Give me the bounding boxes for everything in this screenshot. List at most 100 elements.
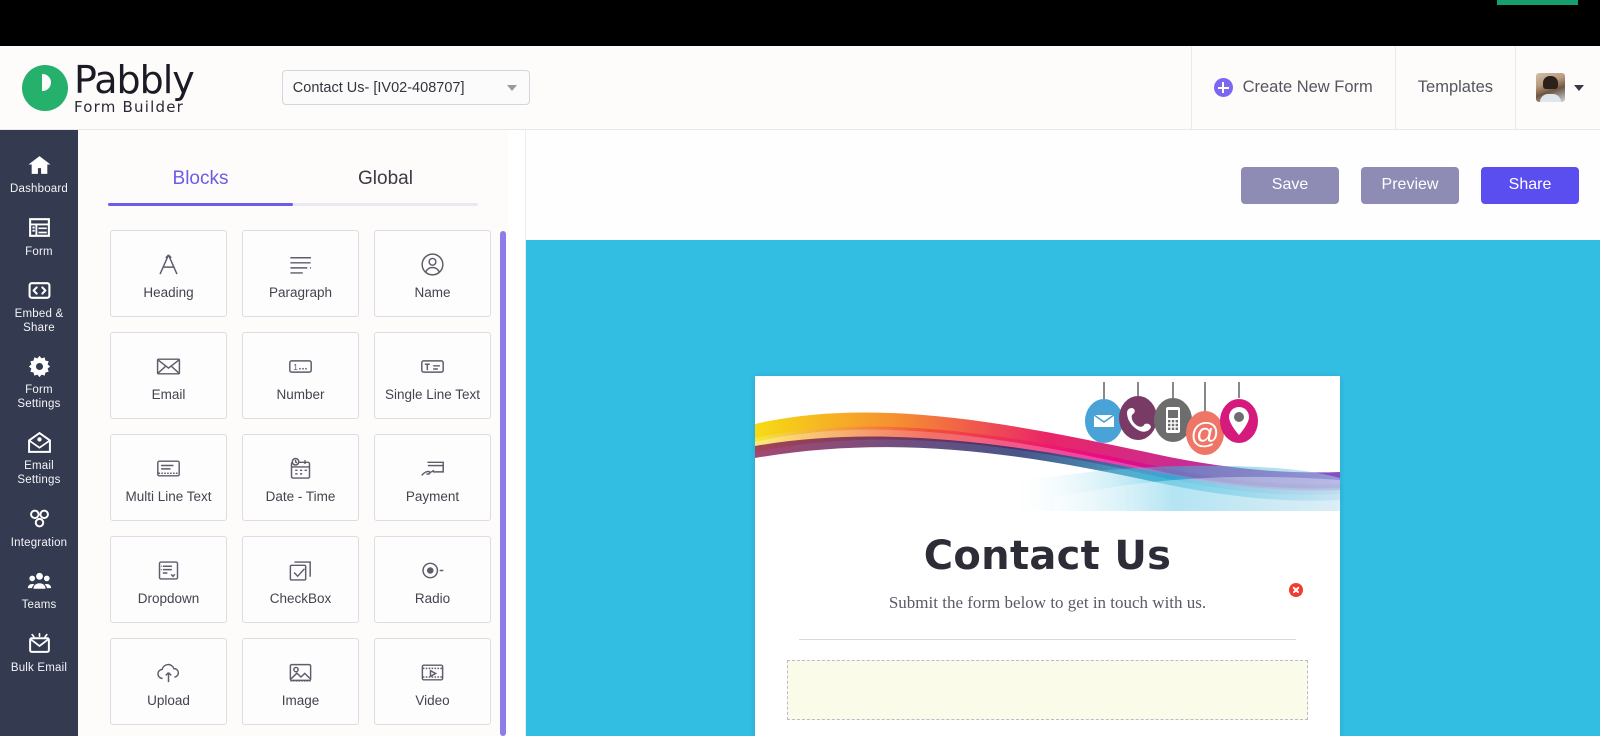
sidebar-label: Email Settings: [17, 460, 61, 486]
block-image[interactable]: Image: [242, 638, 359, 725]
block-label: Radio: [414, 591, 451, 606]
block-upload[interactable]: Upload: [110, 638, 227, 725]
panel-scrollbar[interactable]: [500, 231, 506, 736]
form-selector-dropdown[interactable]: Contact Us- [IV02-408707]: [281, 70, 530, 105]
plus-circle-icon: [1213, 78, 1233, 97]
sidebar-label: Dashboard: [9, 183, 69, 195]
block-label: Upload: [147, 693, 190, 708]
cloud-upload-icon: [155, 655, 182, 689]
templates-label: Templates: [1417, 78, 1493, 96]
multi-line-text-icon: [155, 451, 182, 485]
block-label: Single Line Text: [384, 387, 481, 402]
preview-button[interactable]: Preview: [1361, 166, 1459, 204]
table-icon: [26, 215, 52, 241]
block-single-line-text[interactable]: Single Line Text: [374, 332, 491, 419]
calendar-clock-icon: [287, 451, 314, 485]
form-canvas: Save Preview Share @ Contact Us Submit t…: [525, 130, 1600, 736]
checkbox-icon: [287, 553, 314, 587]
block-dropdown[interactable]: Dropdown: [110, 536, 227, 623]
canvas-toolbar: Save Preview Share: [526, 130, 1600, 240]
block-label: Heading: [143, 285, 194, 300]
envelope-open-icon: [26, 429, 52, 455]
form-subtitle: Submit the form below to get in touch wi…: [888, 593, 1207, 612]
block-label: Dropdown: [137, 591, 200, 606]
single-line-text-icon: [419, 349, 446, 383]
radio-button-icon: [419, 553, 446, 587]
sidebar-item-email-settings[interactable]: Email Settings: [0, 419, 78, 495]
tab-global[interactable]: Global: [293, 168, 478, 203]
tab-active-indicator: [108, 203, 293, 206]
delete-circle-icon[interactable]: [1289, 583, 1303, 597]
block-label: Email: [151, 387, 186, 402]
block-heading[interactable]: Heading: [110, 230, 227, 317]
block-label: CheckBox: [269, 591, 332, 606]
block-radio[interactable]: Radio: [374, 536, 491, 623]
block-label: Image: [281, 693, 320, 708]
svg-text:@: @: [1190, 418, 1219, 450]
integration-icon: [26, 506, 52, 532]
user-menu[interactable]: [1515, 45, 1600, 130]
block-label: Multi Line Text: [125, 489, 212, 504]
heading-a-icon: [155, 247, 182, 281]
form-title: Contact Us: [923, 533, 1172, 579]
block-label: Payment: [405, 489, 460, 504]
dropdown-list-icon: [155, 553, 182, 587]
avatar: [1536, 73, 1565, 102]
number-field-icon: 1: [287, 349, 314, 383]
home-icon: [26, 152, 52, 178]
sidebar-nav: Dashboard Form Embed & Share Form Settin…: [0, 130, 78, 736]
tab-underline: [108, 203, 478, 206]
form-banner-image: @: [755, 376, 1340, 511]
credit-card-hand-icon: [419, 451, 446, 485]
block-label: Date - Time: [265, 489, 336, 504]
block-label: Video: [415, 693, 450, 708]
block-label: Name: [414, 285, 451, 300]
chevron-down-icon: [1574, 84, 1584, 91]
sidebar-label: Bulk Email: [10, 661, 68, 674]
block-email[interactable]: Email: [110, 332, 227, 419]
code-icon: [26, 277, 52, 303]
logo-title: Pabbly: [74, 57, 195, 102]
gear-icon: [26, 353, 52, 379]
sidebar-label: Form Settings: [17, 384, 61, 410]
sidebar-label: Integration: [10, 536, 68, 549]
browser-top-bar: [0, 0, 1600, 46]
video-icon: [419, 655, 446, 689]
block-multi-line-text[interactable]: Multi Line Text: [110, 434, 227, 521]
form-selector-value: Contact Us- [IV02-408707]: [292, 79, 465, 96]
block-list: Heading Paragraph Name Email 1 Number Si…: [78, 206, 508, 725]
sidebar-item-embed-share[interactable]: Embed & Share: [0, 267, 78, 343]
form-preview-sheet: @ Contact Us Submit the form below to ge…: [755, 376, 1340, 736]
blocks-panel: Blocks Global Heading Paragraph Name Ema…: [78, 130, 508, 736]
block-payment[interactable]: Payment: [374, 434, 491, 521]
sidebar-item-teams[interactable]: Teams: [0, 558, 78, 621]
panel-tabs: Blocks Global: [78, 168, 508, 203]
save-button[interactable]: Save: [1241, 166, 1339, 204]
form-drop-zone[interactable]: [787, 660, 1308, 720]
person-circle-icon: [419, 247, 446, 281]
block-label: Number: [276, 387, 325, 402]
block-video[interactable]: Video: [374, 638, 491, 725]
sidebar-item-dashboard[interactable]: Dashboard: [0, 142, 78, 205]
tab-blocks[interactable]: Blocks: [108, 168, 293, 203]
templates-link[interactable]: Templates: [1394, 45, 1515, 130]
block-paragraph[interactable]: Paragraph: [242, 230, 359, 317]
sidebar-item-form-settings[interactable]: Form Settings: [0, 343, 78, 419]
chevron-down-icon: [506, 84, 517, 91]
app-header: Pabbly Form Builder Contact Us- [IV02-40…: [0, 45, 1600, 130]
block-checkbox[interactable]: CheckBox: [242, 536, 359, 623]
bulk-email-icon: [26, 631, 52, 657]
share-button[interactable]: Share: [1481, 166, 1579, 204]
browser-tab-accent: [1497, 0, 1578, 5]
create-new-form-button[interactable]: Create New Form: [1190, 45, 1395, 130]
block-date-time[interactable]: Date - Time: [242, 434, 359, 521]
block-number[interactable]: 1 Number: [242, 332, 359, 419]
sidebar-item-integration[interactable]: Integration: [0, 496, 78, 559]
sidebar-label: Embed & Share: [14, 308, 64, 334]
sidebar-item-bulk-email[interactable]: Bulk Email: [0, 621, 78, 684]
create-new-form-label: Create New Form: [1242, 78, 1373, 96]
block-name[interactable]: Name: [374, 230, 491, 317]
sidebar-item-form[interactable]: Form: [0, 205, 78, 268]
pabbly-logo[interactable]: Pabbly Form Builder: [22, 57, 195, 115]
svg-text:1: 1: [293, 361, 298, 371]
